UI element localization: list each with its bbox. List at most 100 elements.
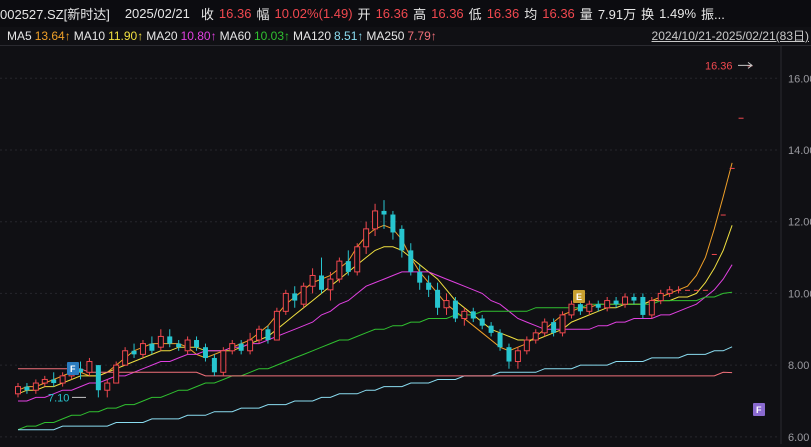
close-value: 16.36 bbox=[218, 6, 252, 21]
candle bbox=[176, 340, 182, 351]
candle bbox=[122, 347, 129, 366]
candle bbox=[488, 322, 494, 337]
candle bbox=[149, 336, 155, 355]
volume-value: 7.91万 bbox=[597, 7, 637, 22]
candle bbox=[238, 340, 244, 355]
ma60-label[interactable]: MA60 bbox=[220, 29, 251, 43]
candle-body bbox=[408, 250, 414, 272]
candle-body bbox=[443, 300, 450, 309]
candle-body bbox=[559, 314, 566, 334]
candle-body bbox=[417, 271, 423, 283]
candle bbox=[354, 243, 361, 276]
candle-body bbox=[354, 246, 361, 273]
candle-body bbox=[666, 289, 673, 294]
candle bbox=[532, 329, 539, 344]
y-tick-label: 10.00 bbox=[788, 288, 811, 300]
open-label: 开 bbox=[357, 7, 371, 22]
candle-body bbox=[139, 343, 146, 355]
candle-body bbox=[452, 300, 458, 319]
avg-label: 均 bbox=[524, 7, 538, 22]
candle bbox=[523, 336, 530, 355]
candle bbox=[131, 343, 137, 358]
candle bbox=[300, 282, 307, 308]
date-range[interactable]: 2024/10/21-2025/02/21(83日) bbox=[652, 27, 809, 45]
candle-body bbox=[702, 289, 708, 291]
last-price-label: 16.36 bbox=[705, 60, 733, 72]
candle-body bbox=[176, 343, 182, 348]
ma-line-ma250 bbox=[18, 368, 733, 377]
candle-body bbox=[613, 300, 619, 305]
ma20-label[interactable]: MA20 bbox=[146, 29, 177, 43]
candle bbox=[595, 300, 601, 312]
candle bbox=[604, 296, 611, 312]
y-tick-label: 12.00 bbox=[788, 217, 811, 229]
high-label: 高 bbox=[413, 7, 427, 22]
more-fields[interactable]: 振... bbox=[701, 4, 725, 23]
candle bbox=[211, 354, 217, 376]
candle-body bbox=[514, 350, 521, 363]
candle bbox=[59, 372, 66, 387]
candle bbox=[390, 210, 396, 240]
candle-body bbox=[122, 350, 129, 366]
ma5-label[interactable]: MA5 bbox=[7, 29, 32, 43]
candle-body bbox=[51, 379, 57, 384]
ma120-label[interactable]: MA120 bbox=[293, 29, 331, 43]
candle bbox=[631, 293, 637, 305]
candle-body bbox=[640, 296, 646, 315]
candle-body bbox=[720, 214, 726, 216]
ma-line-ma10 bbox=[17, 225, 733, 395]
candle-body bbox=[300, 285, 307, 305]
candle-body bbox=[104, 382, 111, 391]
low-label: 低 bbox=[468, 7, 482, 22]
candle bbox=[381, 200, 387, 229]
y-tick-label: 16.00 bbox=[788, 73, 811, 85]
candle bbox=[24, 383, 30, 394]
ma-line-ma20 bbox=[18, 264, 733, 402]
candle-body bbox=[399, 228, 405, 251]
candle-body bbox=[586, 303, 593, 312]
candle-body bbox=[435, 289, 441, 308]
candle-body bbox=[113, 364, 120, 384]
ma250-label[interactable]: MA250 bbox=[366, 29, 404, 43]
candle bbox=[729, 167, 735, 169]
candle bbox=[693, 289, 699, 291]
candle-body bbox=[59, 375, 66, 384]
candle bbox=[568, 300, 575, 319]
candle-body bbox=[604, 300, 611, 309]
candle bbox=[157, 329, 164, 351]
marker-f1: F bbox=[70, 364, 76, 374]
candle-body bbox=[479, 318, 485, 326]
candle-body bbox=[336, 260, 343, 280]
candle-body bbox=[229, 343, 236, 352]
open-value: 16.36 bbox=[375, 6, 409, 21]
candle bbox=[247, 332, 254, 355]
change-value: 10.02%(1.49) bbox=[274, 6, 353, 21]
candle-body bbox=[426, 282, 432, 290]
marker-e: E bbox=[576, 292, 582, 302]
candle bbox=[676, 286, 682, 294]
candle-body bbox=[622, 296, 629, 305]
candle-body bbox=[247, 339, 254, 352]
candle bbox=[479, 314, 485, 330]
candle bbox=[41, 375, 48, 387]
candle bbox=[408, 243, 414, 276]
candle bbox=[345, 250, 351, 276]
candle-body bbox=[345, 261, 351, 272]
candle-body bbox=[381, 210, 387, 215]
candle-body bbox=[32, 382, 39, 391]
candle-body bbox=[15, 386, 21, 395]
candle bbox=[657, 289, 664, 305]
candle bbox=[194, 336, 200, 351]
ma10-label[interactable]: MA10 bbox=[74, 29, 105, 43]
stock-code[interactable]: 002527.SZ[新时达] bbox=[0, 4, 110, 23]
y-tick-label: 14.00 bbox=[788, 145, 811, 157]
candle-body bbox=[738, 117, 744, 119]
kline-chart[interactable]: 16.00 14.00 12.00 10.00 8.00 6.00 16.36 7.10 F E… bbox=[0, 46, 811, 444]
candle-body bbox=[157, 335, 164, 348]
candle-body bbox=[577, 304, 583, 312]
candle-body bbox=[238, 343, 244, 351]
kline-svg[interactable]: 16.00 14.00 12.00 10.00 8.00 6.00 16.36 7.10 F E… bbox=[0, 46, 811, 444]
candle bbox=[711, 253, 717, 255]
candle bbox=[435, 282, 441, 315]
candle-body bbox=[523, 339, 530, 352]
